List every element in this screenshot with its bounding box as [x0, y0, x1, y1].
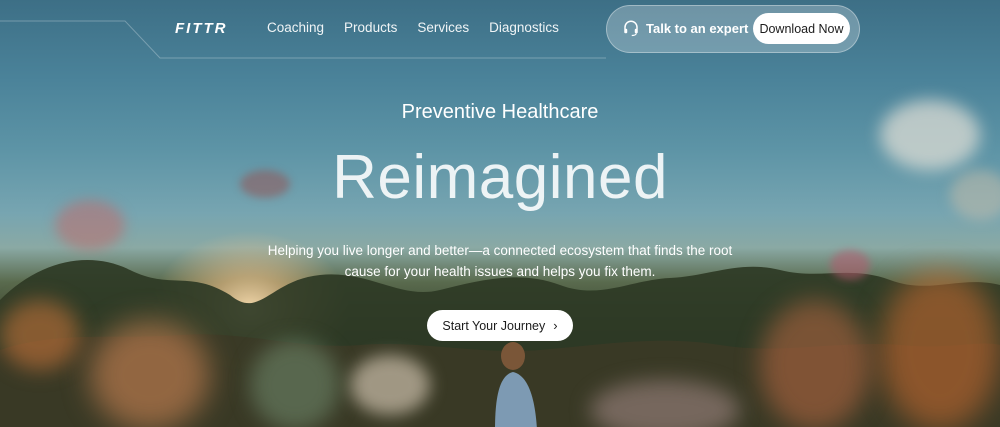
talk-to-expert-label: Talk to an expert: [646, 20, 749, 36]
flower-blur: [830, 250, 870, 280]
flower-blur: [350, 355, 430, 415]
person-image: [495, 342, 537, 427]
nav-item-services[interactable]: Services: [417, 20, 469, 35]
hero-eyebrow: Preventive Healthcare: [401, 101, 599, 123]
chevron-right-icon: ›: [553, 318, 558, 333]
flower-blur: [0, 300, 80, 370]
flower-blur: [760, 300, 870, 427]
flower-blur: [880, 270, 1000, 427]
start-journey-label: Start Your Journey: [442, 318, 546, 333]
nav-item-diagnostics[interactable]: Diagnostics: [489, 20, 559, 35]
headset-icon: [624, 20, 638, 37]
start-journey-button[interactable]: Start Your Journey ›: [427, 310, 573, 341]
hero-subtitle: Helping you live longer and better—a con…: [267, 243, 733, 279]
nav-item-coaching[interactable]: Coaching: [267, 20, 324, 35]
nav-item-products[interactable]: Products: [344, 20, 397, 35]
flower-blur: [250, 340, 340, 427]
main-nav: Coaching Products Services Diagnostics: [267, 20, 559, 35]
talk-to-expert-button[interactable]: Talk to an expert: [622, 19, 748, 37]
logo[interactable]: FITTR: [175, 20, 228, 37]
flower-blur: [90, 320, 210, 427]
hero-section: FITTR Coaching Products Services Diagnos…: [0, 0, 1000, 427]
download-now-button[interactable]: Download Now: [753, 13, 850, 44]
hero-headline: Reimagined: [332, 143, 668, 212]
